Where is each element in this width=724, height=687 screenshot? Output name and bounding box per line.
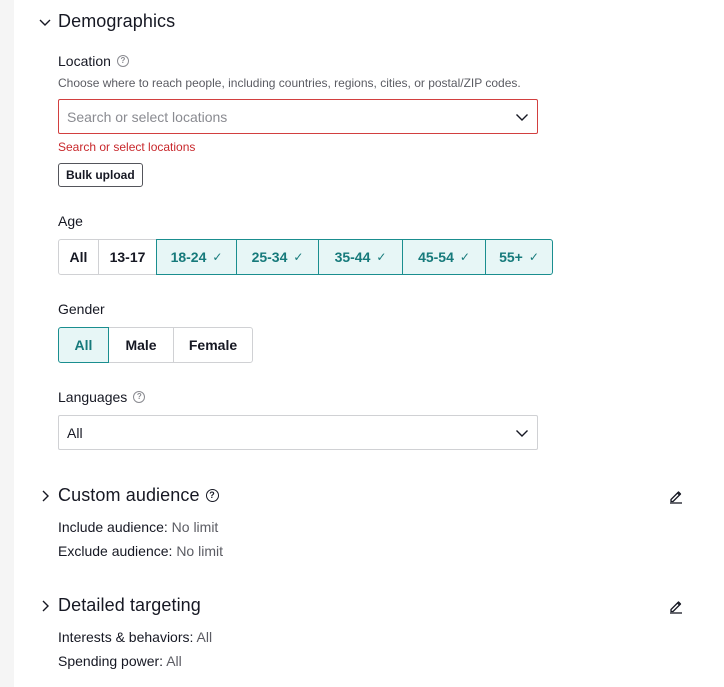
age-option-25-34[interactable]: 25-34 ✓ [236, 239, 319, 275]
chevron-right-icon[interactable] [38, 599, 52, 613]
spending-power-row: Spending power: All [58, 653, 182, 669]
check-icon: ✓ [459, 250, 470, 264]
help-icon[interactable]: ? [205, 489, 219, 502]
detailed-targeting-title: Detailed targeting [58, 595, 201, 615]
check-icon: ✓ [212, 250, 223, 264]
languages-select[interactable]: All [58, 415, 538, 450]
gender-option-female[interactable]: Female [173, 327, 253, 363]
check-icon: ✓ [293, 250, 304, 264]
check-icon: ✓ [528, 250, 539, 264]
gender-option-all[interactable]: All [58, 327, 109, 363]
include-audience-row: Include audience: No limit [58, 519, 219, 535]
help-icon[interactable]: ? [133, 391, 146, 403]
location-label-text: Location [58, 53, 111, 69]
chevron-down-icon[interactable] [38, 15, 52, 29]
location-error: Search or select locations [58, 140, 196, 154]
location-placeholder: Search or select locations [67, 108, 228, 125]
age-label: Age [58, 213, 83, 229]
location-label: Location ? [58, 53, 129, 69]
chevron-right-icon[interactable] [38, 489, 52, 503]
age-option-35-44[interactable]: 35-44 ✓ [318, 239, 403, 275]
chevron-down-icon [516, 113, 528, 121]
custom-audience-title: Custom audience [58, 485, 200, 505]
bulk-upload-button[interactable]: Bulk upload [58, 163, 143, 187]
location-select[interactable]: Search or select locations [58, 99, 538, 134]
edit-icon[interactable] [668, 598, 684, 614]
languages-label-text: Languages [58, 389, 128, 405]
languages-value: All [67, 424, 83, 441]
chevron-down-icon [516, 429, 528, 437]
gender-option-male[interactable]: Male [108, 327, 174, 363]
interests-behaviors-row: Interests & behaviors: All [58, 629, 213, 645]
demographics-title: Demographics [58, 11, 176, 31]
targeting-panel: Demographics Location ? Choose where to … [14, 0, 724, 687]
languages-label: Languages ? [58, 389, 146, 405]
age-option-45-54[interactable]: 45-54 ✓ [402, 239, 486, 275]
age-option-18-24[interactable]: 18-24 ✓ [156, 239, 237, 275]
gender-segmented-control: All Male Female [58, 327, 253, 363]
age-option-all[interactable]: All [58, 239, 99, 275]
exclude-audience-row: Exclude audience: No limit [58, 543, 223, 559]
age-option-55-plus[interactable]: 55+ ✓ [485, 239, 553, 275]
edit-icon[interactable] [668, 488, 684, 504]
custom-audience-header: Custom audience ? [58, 485, 219, 506]
gender-label: Gender [58, 301, 105, 317]
help-icon[interactable]: ? [116, 55, 129, 67]
check-icon: ✓ [376, 250, 387, 264]
location-description: Choose where to reach people, including … [58, 76, 521, 90]
age-option-13-17[interactable]: 13-17 [98, 239, 157, 275]
age-segmented-control: All 13-17 18-24 ✓ 25-34 ✓ 35-44 ✓ 45-54 ✓ 55… [58, 239, 553, 275]
